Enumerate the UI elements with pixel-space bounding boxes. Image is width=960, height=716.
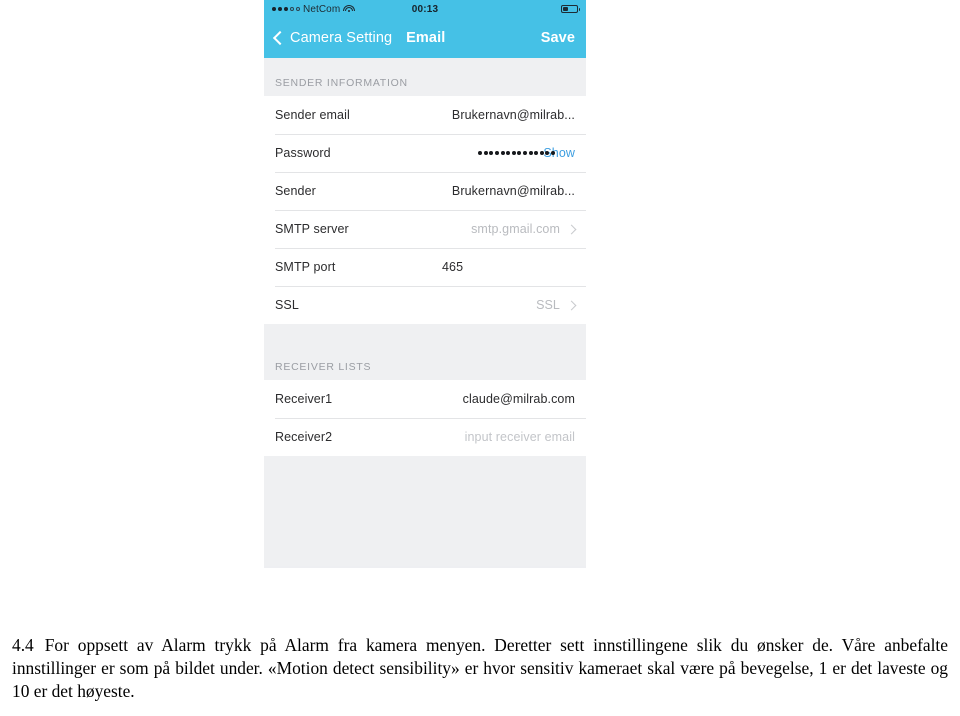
chevron-right-icon <box>566 300 577 310</box>
row-value-text: smtp.gmail.com <box>471 222 560 236</box>
row-value: Brukernavn@milrab... <box>451 184 575 198</box>
back-button[interactable]: Camera Setting <box>272 30 393 46</box>
row-value: Brukernavn@milrab... <box>451 108 575 122</box>
phone-screenshot: NetCom 00:13 Camera Setting Email Save S… <box>264 0 586 568</box>
row-label: Sender <box>275 184 316 198</box>
battery-icon <box>561 5 580 13</box>
row-label: Sender email <box>275 108 350 122</box>
row-label: SMTP server <box>275 222 349 236</box>
row-receiver1[interactable]: Receiver1 claude@milrab.com <box>264 380 586 418</box>
section-body-receiver-lists: Receiver1 claude@milrab.com Receiver2 in… <box>264 380 586 456</box>
section-body-text: For oppsett av Alarm trykk på Alarm fra … <box>12 635 948 701</box>
row-ssl[interactable]: SSL SSL <box>264 286 586 324</box>
chevron-right-icon <box>566 224 577 234</box>
row-label: Receiver1 <box>275 392 333 406</box>
section-spacer <box>264 324 586 342</box>
row-label: Receiver2 <box>275 430 333 444</box>
row-value: 465 <box>442 260 464 274</box>
row-label: SMTP port <box>275 260 336 274</box>
section-header-sender-information: SENDER INFORMATION <box>264 58 586 96</box>
password-value-group[interactable]: Show <box>478 146 575 160</box>
document-paragraph: 4.4 For oppsett av Alarm trykk på Alarm f… <box>12 634 948 703</box>
row-value-placeholder: input receiver email <box>464 430 575 444</box>
password-masked-dots <box>478 151 555 155</box>
row-label: SSL <box>275 298 299 312</box>
status-bar-right <box>561 5 580 13</box>
row-smtp-server[interactable]: SMTP server smtp.gmail.com <box>264 210 586 248</box>
row-value: SSL <box>536 298 577 312</box>
row-password[interactable]: Password Show <box>264 134 586 172</box>
section-header-receiver-lists: RECEIVER LISTS <box>264 342 586 380</box>
row-sender-email[interactable]: Sender email Brukernavn@milrab... <box>264 96 586 134</box>
row-value: smtp.gmail.com <box>471 222 577 236</box>
navigation-bar: Camera Setting Email Save <box>264 18 586 58</box>
back-button-label: Camera Setting <box>290 30 393 46</box>
row-label: Password <box>275 146 331 160</box>
page-title: Email <box>406 30 446 46</box>
status-bar: NetCom 00:13 <box>264 0 586 18</box>
row-receiver2[interactable]: Receiver2 input receiver email <box>264 418 586 456</box>
chevron-left-icon <box>272 30 288 46</box>
row-value-text: SSL <box>536 298 560 312</box>
section-body-sender-information: Sender email Brukernavn@milrab... Passwo… <box>264 96 586 324</box>
row-smtp-port[interactable]: SMTP port 465 <box>264 248 586 286</box>
section-header-label: RECEIVER LISTS <box>275 361 372 373</box>
status-bar-clock: 00:13 <box>411 3 439 15</box>
section-header-label: SENDER INFORMATION <box>275 77 408 89</box>
list-empty-area <box>264 456 586 566</box>
row-sender[interactable]: Sender Brukernavn@milrab... <box>264 172 586 210</box>
section-number: 4.4 <box>12 635 34 655</box>
row-value: claude@milrab.com <box>462 392 575 406</box>
save-button[interactable]: Save <box>541 30 575 46</box>
